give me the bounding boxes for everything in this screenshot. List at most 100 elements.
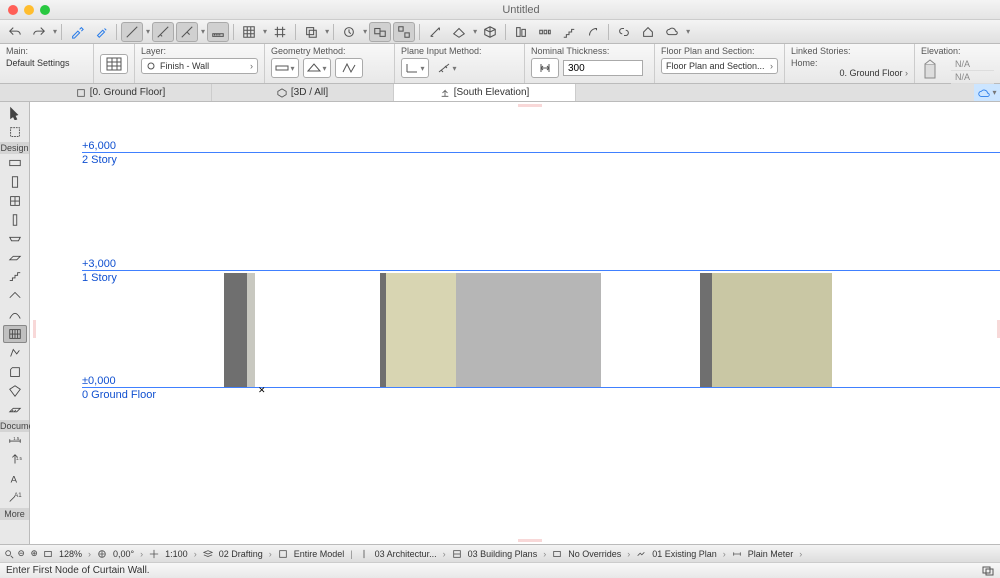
modify-button[interactable] — [582, 22, 604, 42]
ruler-button[interactable] — [207, 22, 229, 42]
window-tool[interactable] — [3, 192, 27, 210]
dropdown-icon[interactable]: ▾ — [263, 27, 267, 36]
distribute-button[interactable] — [534, 22, 556, 42]
dim-icon[interactable] — [732, 549, 742, 559]
object-tool[interactable] — [3, 363, 27, 381]
chevron-right-icon[interactable]: › — [269, 549, 272, 559]
eyedropper-button[interactable] — [66, 22, 88, 42]
roof-tool[interactable] — [3, 287, 27, 305]
align-button[interactable] — [510, 22, 532, 42]
bottom-handle[interactable] — [518, 539, 542, 542]
beam-tool[interactable] — [3, 230, 27, 248]
thickness-input[interactable] — [563, 60, 643, 76]
windows-icon[interactable] — [982, 566, 994, 576]
layers-icon[interactable] — [203, 549, 213, 559]
shell-tool[interactable] — [3, 306, 27, 324]
dropdown-icon[interactable]: ▾ — [473, 27, 477, 36]
zoom-icons[interactable] — [4, 549, 53, 559]
trace-button[interactable] — [300, 22, 322, 42]
partial-display[interactable]: Entire Model — [294, 549, 345, 559]
tab-south-elevation[interactable]: [South Elevation] — [394, 84, 576, 101]
dimensions[interactable]: Plain Meter — [748, 549, 794, 559]
view-options-icon[interactable] — [452, 549, 462, 559]
pen-icon[interactable] — [359, 549, 369, 559]
geom-chain-button[interactable] — [335, 58, 363, 78]
suspend-button[interactable] — [338, 22, 360, 42]
geom-straight-button[interactable]: ▾ — [271, 58, 299, 78]
plane-vertical-button[interactable]: ▾ — [401, 58, 429, 78]
home-button[interactable] — [637, 22, 659, 42]
default-settings-button[interactable]: Default Settings — [6, 58, 87, 68]
chevron-right-icon[interactable]: › — [627, 549, 630, 559]
dropdown-icon[interactable]: ▾ — [201, 27, 205, 36]
mesh-tool[interactable] — [3, 401, 27, 419]
dimension-tool[interactable]: 1.5 — [3, 432, 27, 450]
tab-ground-floor[interactable]: [0. Ground Floor] — [30, 84, 212, 101]
dropdown-icon[interactable]: ▾ — [146, 27, 150, 36]
chevron-right-icon[interactable]: › — [723, 549, 726, 559]
stairs-button[interactable] — [558, 22, 580, 42]
curtain-wall-tool[interactable] — [3, 325, 27, 343]
label-tool[interactable]: A1 — [3, 489, 27, 507]
dropdown-icon[interactable]: ▾ — [686, 27, 690, 36]
grid-snap-button[interactable] — [269, 22, 291, 42]
syringe-button[interactable] — [90, 22, 112, 42]
edit-plane-button[interactable] — [448, 22, 470, 42]
text-tool[interactable]: A — [3, 470, 27, 488]
drawing-canvas[interactable]: +6,000 2 Story +3,000 1 Story ±0,000 0 G… — [30, 102, 1000, 544]
model-icon[interactable] — [278, 549, 288, 559]
home-story-dropdown[interactable]: 0. Ground Floor › — [791, 68, 908, 78]
minimize-window-button[interactable] — [24, 5, 34, 15]
elevation-icon[interactable] — [921, 58, 947, 84]
cloud-tab-button[interactable]: ▾ — [974, 84, 1000, 101]
door-tool[interactable] — [3, 173, 27, 191]
link-button[interactable] — [613, 22, 635, 42]
snap-point-button[interactable] — [176, 22, 198, 42]
chevron-right-icon[interactable]: › — [194, 549, 197, 559]
chevron-right-icon[interactable]: › — [88, 549, 91, 559]
guide-line-button[interactable] — [121, 22, 143, 42]
pen-set[interactable]: 03 Architectur... — [375, 549, 437, 559]
dropdown-icon[interactable]: ▾ — [325, 27, 329, 36]
morph-tool[interactable] — [3, 344, 27, 362]
override-icon[interactable] — [552, 549, 562, 559]
dropdown-icon[interactable]: ▾ — [363, 27, 367, 36]
geom-curved-button[interactable]: ▾ — [303, 58, 331, 78]
left-handle[interactable] — [33, 320, 36, 338]
angle-value[interactable]: 0,00° — [113, 549, 134, 559]
slab-tool[interactable] — [3, 249, 27, 267]
level-dim-tool[interactable]: 1.5 — [3, 451, 27, 469]
ungroup-button[interactable] — [393, 22, 415, 42]
layer-combo[interactable]: 02 Drafting — [219, 549, 263, 559]
tab-3d[interactable]: [3D / All] — [212, 84, 394, 101]
measure-button[interactable] — [424, 22, 446, 42]
reno-icon[interactable] — [636, 549, 646, 559]
redo-button[interactable] — [28, 22, 50, 42]
orbit-icon[interactable] — [97, 549, 107, 559]
grid-button[interactable] — [238, 22, 260, 42]
chevron-right-icon[interactable]: › — [799, 549, 802, 559]
layer-dropdown[interactable]: Finish - Wall › — [141, 58, 258, 74]
stair-tool[interactable] — [3, 268, 27, 286]
arrow-tool[interactable] — [3, 104, 27, 122]
column-tool[interactable] — [3, 211, 27, 229]
wall-tool[interactable] — [3, 154, 27, 172]
snap-guide-button[interactable] — [152, 22, 174, 42]
plane-slanted-button[interactable]: ▾ — [433, 58, 461, 78]
dropdown-icon[interactable]: ▾ — [53, 27, 57, 36]
pan-icon[interactable] — [149, 549, 159, 559]
graphic-override[interactable]: No Overrides — [568, 549, 621, 559]
undo-button[interactable] — [4, 22, 26, 42]
zone-tool[interactable] — [3, 382, 27, 400]
maximize-window-button[interactable] — [40, 5, 50, 15]
top-handle[interactable] — [518, 104, 542, 107]
zoom-value[interactable]: 128% — [59, 549, 82, 559]
group-button[interactable] — [369, 22, 391, 42]
chevron-right-icon[interactable]: › — [443, 549, 446, 559]
chevron-right-icon[interactable]: › — [543, 549, 546, 559]
marquee-tool[interactable] — [3, 123, 27, 141]
renovation-filter[interactable]: 01 Existing Plan — [652, 549, 717, 559]
floorplan-dropdown[interactable]: Floor Plan and Section... › — [661, 58, 778, 74]
close-window-button[interactable] — [8, 5, 18, 15]
view-3d-button[interactable] — [479, 22, 501, 42]
